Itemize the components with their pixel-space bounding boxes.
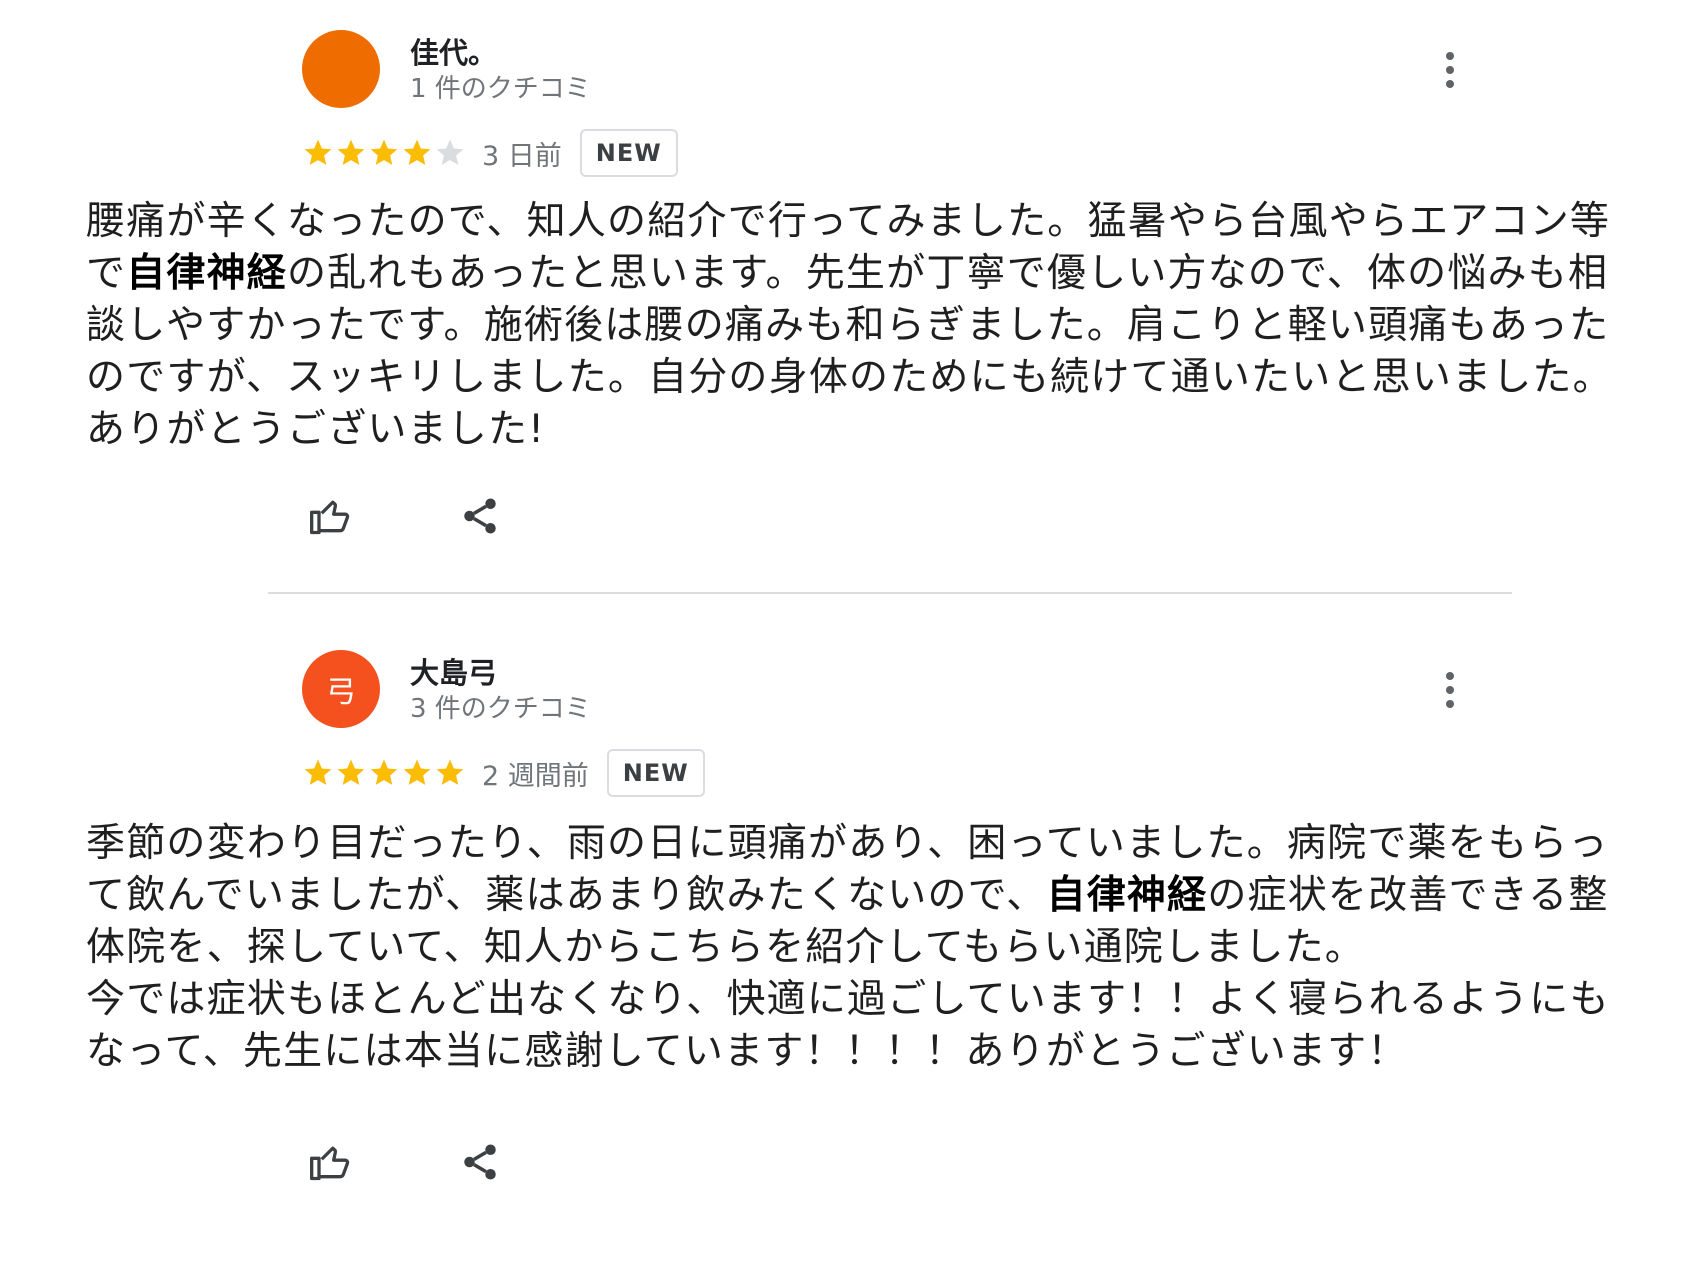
more-vert-icon xyxy=(1446,672,1454,680)
share-icon xyxy=(464,498,496,534)
review-body: 季節の変わり目だったり、雨の日に頭痛があり、困っていました。病院で薬をもらって飲… xyxy=(86,818,1626,1078)
review-divider xyxy=(268,592,1512,594)
star-rating xyxy=(302,137,466,169)
reviewer-review-count[interactable]: 1 件のクチコミ xyxy=(410,68,591,105)
more-options-button[interactable] xyxy=(1430,40,1470,100)
star-filled-icon xyxy=(304,759,332,785)
share-button[interactable] xyxy=(454,490,506,542)
review-card: 弓 大島弓 3 件のクチコミ 2 週間前 NEW 季節の変わり目だったり、雨の日… xyxy=(0,620,1707,1280)
thumbs-up-icon xyxy=(310,500,350,535)
share-button[interactable] xyxy=(454,1136,506,1188)
star-filled-icon xyxy=(403,139,431,165)
reviewer-name[interactable]: 大島弓 xyxy=(410,650,497,692)
review-time: 3 日前 xyxy=(482,140,562,172)
star-filled-icon xyxy=(337,759,365,785)
review-time: 2 週間前 xyxy=(482,760,589,792)
star-filled-icon xyxy=(436,759,464,785)
review-text-segment: の乱れもあったと思います。先生が丁寧で優しい方なので、体の悩みも相談しやすかった… xyxy=(86,251,1613,452)
more-vert-icon xyxy=(1446,52,1454,60)
more-vert-icon-dot xyxy=(1446,686,1454,694)
star-filled-icon xyxy=(403,759,431,785)
avatar[interactable] xyxy=(302,30,380,108)
star-rating xyxy=(302,757,466,789)
more-vert-icon-dot xyxy=(1446,700,1454,708)
rating-row: 2 週間前 NEW xyxy=(302,748,705,798)
rating-row: 3 日前 NEW xyxy=(302,128,678,178)
review-text-highlight: 自律神経 xyxy=(1046,873,1208,918)
avatar-letter: 弓 xyxy=(326,675,356,710)
review-body: 腰痛が辛くなったので、知人の紹介で行ってみました。猛暑やら台風やらエアコン等で自… xyxy=(86,196,1626,456)
review-card: 佳代。 1 件のクチコミ 3 日前 NEW 腰痛が辛くなったので、知人の紹介で行… xyxy=(0,0,1707,560)
like-button[interactable] xyxy=(304,1136,356,1188)
review-text: 腰痛が辛くなったので、知人の紹介で行ってみました。猛暑やら台風やらエアコン等で自… xyxy=(86,196,1626,456)
share-icon xyxy=(464,1144,496,1180)
star-filled-icon xyxy=(370,139,398,165)
review-text-highlight: 自律神経 xyxy=(126,251,288,296)
reviewer-review-count[interactable]: 3 件のクチコミ xyxy=(410,688,591,725)
more-vert-icon-dot xyxy=(1446,80,1454,88)
star-empty-icon xyxy=(436,139,464,165)
star-filled-icon xyxy=(337,139,365,165)
thumbs-up-icon xyxy=(310,1146,350,1181)
more-vert-icon-dot xyxy=(1446,66,1454,74)
review-text: 季節の変わり目だったり、雨の日に頭痛があり、困っていました。病院で薬をもらって飲… xyxy=(86,818,1626,1078)
new-badge: NEW xyxy=(579,129,678,177)
like-button[interactable] xyxy=(304,490,356,542)
star-filled-icon xyxy=(370,759,398,785)
avatar[interactable]: 弓 xyxy=(302,650,380,728)
more-options-button[interactable] xyxy=(1430,660,1470,720)
star-filled-icon xyxy=(304,139,332,165)
new-badge: NEW xyxy=(606,749,705,797)
reviewer-name[interactable]: 佳代。 xyxy=(410,30,497,72)
